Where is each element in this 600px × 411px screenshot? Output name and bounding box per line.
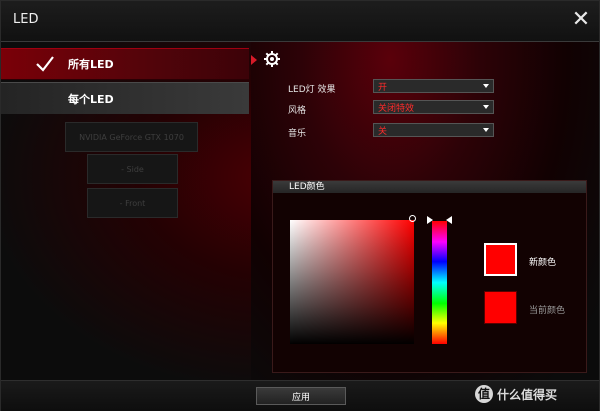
selection-pointer-icon xyxy=(251,55,257,65)
nav-item-label: 每个LED xyxy=(68,92,114,106)
nav-item-all-led[interactable]: 所有LED xyxy=(1,48,249,80)
nav-item-each-led[interactable]: 每个LED xyxy=(1,82,249,114)
led-color-panel: LED颜色 新颜色 当前颜色 xyxy=(272,180,587,373)
led-settings-window: LED ✕ 所有LED 每个LED NVIDIA GeForce GTX 107… xyxy=(0,0,600,411)
music-dropdown[interactable]: 关 xyxy=(373,123,494,137)
music-label: 音乐 xyxy=(288,129,307,139)
chevron-down-icon xyxy=(483,105,489,109)
close-button[interactable]: ✕ xyxy=(569,9,593,33)
watermark-logo-icon: 值 xyxy=(475,385,493,403)
watermark: 值 什么值得买 xyxy=(475,385,557,403)
color-panel-title: LED颜色 xyxy=(289,182,325,192)
current-color-swatch xyxy=(484,291,517,324)
led-effect-value: 开 xyxy=(378,82,388,93)
led-effect-dropdown[interactable]: 开 xyxy=(373,79,494,93)
nav-item-label: 所有LED xyxy=(68,58,114,71)
style-value: 关闭特效 xyxy=(378,103,415,114)
style-label: 风格 xyxy=(288,106,307,116)
left-nav-panel: 所有LED 每个LED NVIDIA GeForce GTX 1070 - Si… xyxy=(1,42,251,380)
new-color-swatch xyxy=(484,243,517,276)
style-dropdown[interactable]: 关闭特效 xyxy=(373,100,494,114)
check-icon xyxy=(36,56,54,72)
window-title: LED xyxy=(13,12,39,27)
gear-icon xyxy=(264,51,280,67)
color-picker-handle[interactable] xyxy=(409,215,416,222)
chevron-down-icon xyxy=(483,128,489,132)
settings-panel: LED灯 效果 开 风格 关闭特效 音乐 关 LED颜色 新颜色 当前颜色 xyxy=(251,42,599,380)
device-side-button[interactable]: - Side xyxy=(87,154,178,184)
current-color-label: 当前颜色 xyxy=(529,306,566,316)
led-effect-label: LED灯 效果 xyxy=(288,85,336,95)
watermark-text: 什么值得买 xyxy=(497,387,558,402)
chevron-down-icon xyxy=(483,84,489,88)
saturation-value-picker[interactable] xyxy=(290,220,414,344)
hue-slider[interactable] xyxy=(432,221,447,344)
bottom-bar: 应用 值 什么值得买 xyxy=(1,380,599,411)
title-bar: LED ✕ xyxy=(1,1,599,42)
device-front-button[interactable]: - Front xyxy=(87,188,178,218)
new-color-label: 新颜色 xyxy=(529,258,557,268)
device-gpu-button[interactable]: NVIDIA GeForce GTX 1070 xyxy=(65,122,198,152)
color-panel-header: LED颜色 xyxy=(273,181,586,193)
apply-button[interactable]: 应用 xyxy=(256,387,346,405)
music-value: 关 xyxy=(378,126,388,137)
